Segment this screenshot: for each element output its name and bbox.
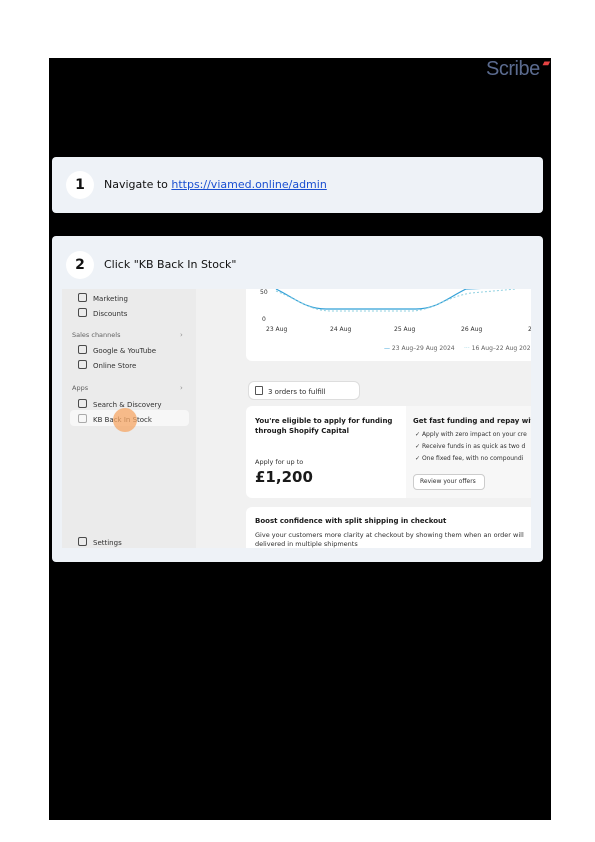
x-tick: 25 Aug [394,326,416,333]
shopify-capital-card: You're eligible to apply for funding thr… [246,406,531,498]
kb-app-icon [78,414,87,423]
sidebar-item-marketing[interactable]: Marketing [78,293,128,303]
capital-title-line2: through Shopify Capital [255,427,350,435]
step-text-2: Click "KB Back In Stock" [104,258,237,271]
legend-previous: ··· 16 Aug–22 Aug 202 [464,345,531,352]
split-shipping-text: Give your customers more clarity at chec… [255,531,524,539]
sales-chart-panel: 50 0 23 Aug 24 Aug 25 Aug 26 Aug 2 — 23 … [246,289,531,361]
sidebar-section-apps: Apps [72,384,89,392]
capital-bullet: ✓ Apply with zero impact on your cre [415,431,527,438]
capital-amount: £1,200 [255,468,313,486]
split-shipping-card: Boost confidence with split shipping in … [246,507,531,548]
step-link[interactable]: https://viamed.online/admin [171,178,326,191]
inbox-icon [255,386,263,395]
y-tick-0: 0 [262,316,266,323]
legend-current: — 23 Aug–29 Aug 2024 [384,345,455,352]
orders-pill-label: 3 orders to fulfill [255,386,326,396]
store-icon [78,360,87,369]
step-number-2: 2 [66,251,94,279]
search-discovery-icon [78,399,87,408]
x-tick: 23 Aug [266,326,288,333]
x-tick: 2 [528,326,531,333]
discounts-icon [78,308,87,317]
gear-icon [78,537,87,546]
click-indicator [113,408,137,432]
y-tick-50: 50 [260,289,268,296]
sidebar-item-search-discovery[interactable]: Search & Discovery [78,399,162,409]
sidebar-item-settings[interactable]: Settings [78,537,122,547]
series-current-line [275,289,482,310]
split-shipping-text: delivered in multiple shipments [255,540,358,548]
step-number-1: 1 [66,171,94,199]
google-icon [78,345,87,354]
split-shipping-title: Boost confidence with split shipping in … [255,517,447,525]
chevron-right-icon[interactable]: › [180,331,183,339]
capital-right-title: Get fast funding and repay with [413,417,531,425]
step-screenshot: Marketing Discounts Sales channels › Goo… [62,289,531,548]
sidebar-item-discounts[interactable]: Discounts [78,308,127,318]
capital-title-line1: You're eligible to apply for funding [255,417,393,425]
chevron-right-icon[interactable]: › [180,384,183,392]
uk-flag-icon: ▰ [542,58,551,69]
sidebar-item-google-youtube[interactable]: Google & YouTube [78,345,156,355]
step-card-1: 1 Navigate to https://viamed.online/admi… [52,157,543,213]
sidebar-item-online-store[interactable]: Online Store [78,360,136,370]
admin-sidebar: Marketing Discounts Sales channels › Goo… [62,289,196,548]
x-tick: 24 Aug [330,326,352,333]
x-tick: 26 Aug [461,326,483,333]
review-offers-button[interactable]: Review your offers [413,474,485,490]
scribe-logo: Scribe ▰ [486,58,550,80]
orders-to-fulfill-button[interactable]: 3 orders to fulfill [248,381,360,400]
capital-bullet: ✓ Receive funds in as quick as two d [415,443,526,450]
capital-bullet: ✓ One fixed fee, with no compoundi [415,455,524,462]
review-offers-label: Review your offers [420,478,476,485]
marketing-icon [78,293,87,302]
sidebar-section-sales-channels: Sales channels [72,331,121,339]
apply-label: Apply for up to [255,458,304,466]
step-text-1: Navigate to https://viamed.online/admin [104,178,327,191]
